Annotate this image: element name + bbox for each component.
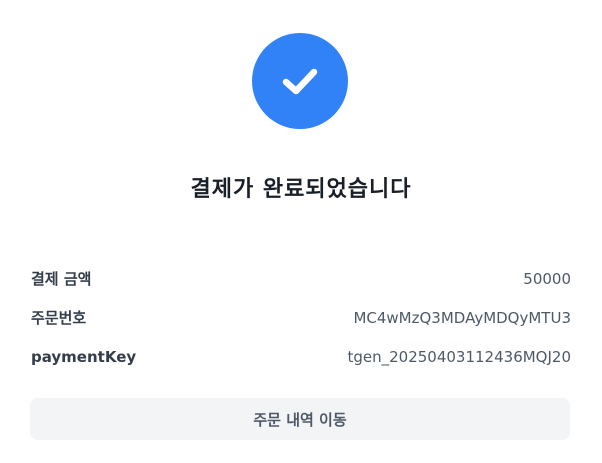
payment-complete-page: 결제가 완료되었습니다 결제 금액 50000 주문번호 MC4wMzQ3MDA… <box>0 0 602 463</box>
detail-row-order-id: 주문번호 MC4wMzQ3MDAyMDQyMTU3 <box>31 298 571 337</box>
detail-row-payment-key: paymentKey tgen_20250403112436MQJ20 <box>31 337 571 376</box>
detail-value: tgen_20250403112436MQJ20 <box>347 347 571 366</box>
detail-label: 주문번호 <box>31 309 87 327</box>
check-icon <box>282 68 318 95</box>
page-title: 결제가 완료되었습니다 <box>190 177 412 202</box>
detail-label: paymentKey <box>31 347 137 366</box>
order-history-button[interactable]: 주문 내역 이동 <box>30 398 570 440</box>
success-check-circle <box>252 33 348 129</box>
detail-row-amount: 결제 금액 50000 <box>31 259 571 298</box>
detail-value: MC4wMzQ3MDAyMDQyMTU3 <box>353 308 571 327</box>
detail-label: 결제 금액 <box>31 270 92 288</box>
detail-value: 50000 <box>523 269 571 288</box>
payment-details: 결제 금액 50000 주문번호 MC4wMzQ3MDAyMDQyMTU3 pa… <box>31 259 571 376</box>
